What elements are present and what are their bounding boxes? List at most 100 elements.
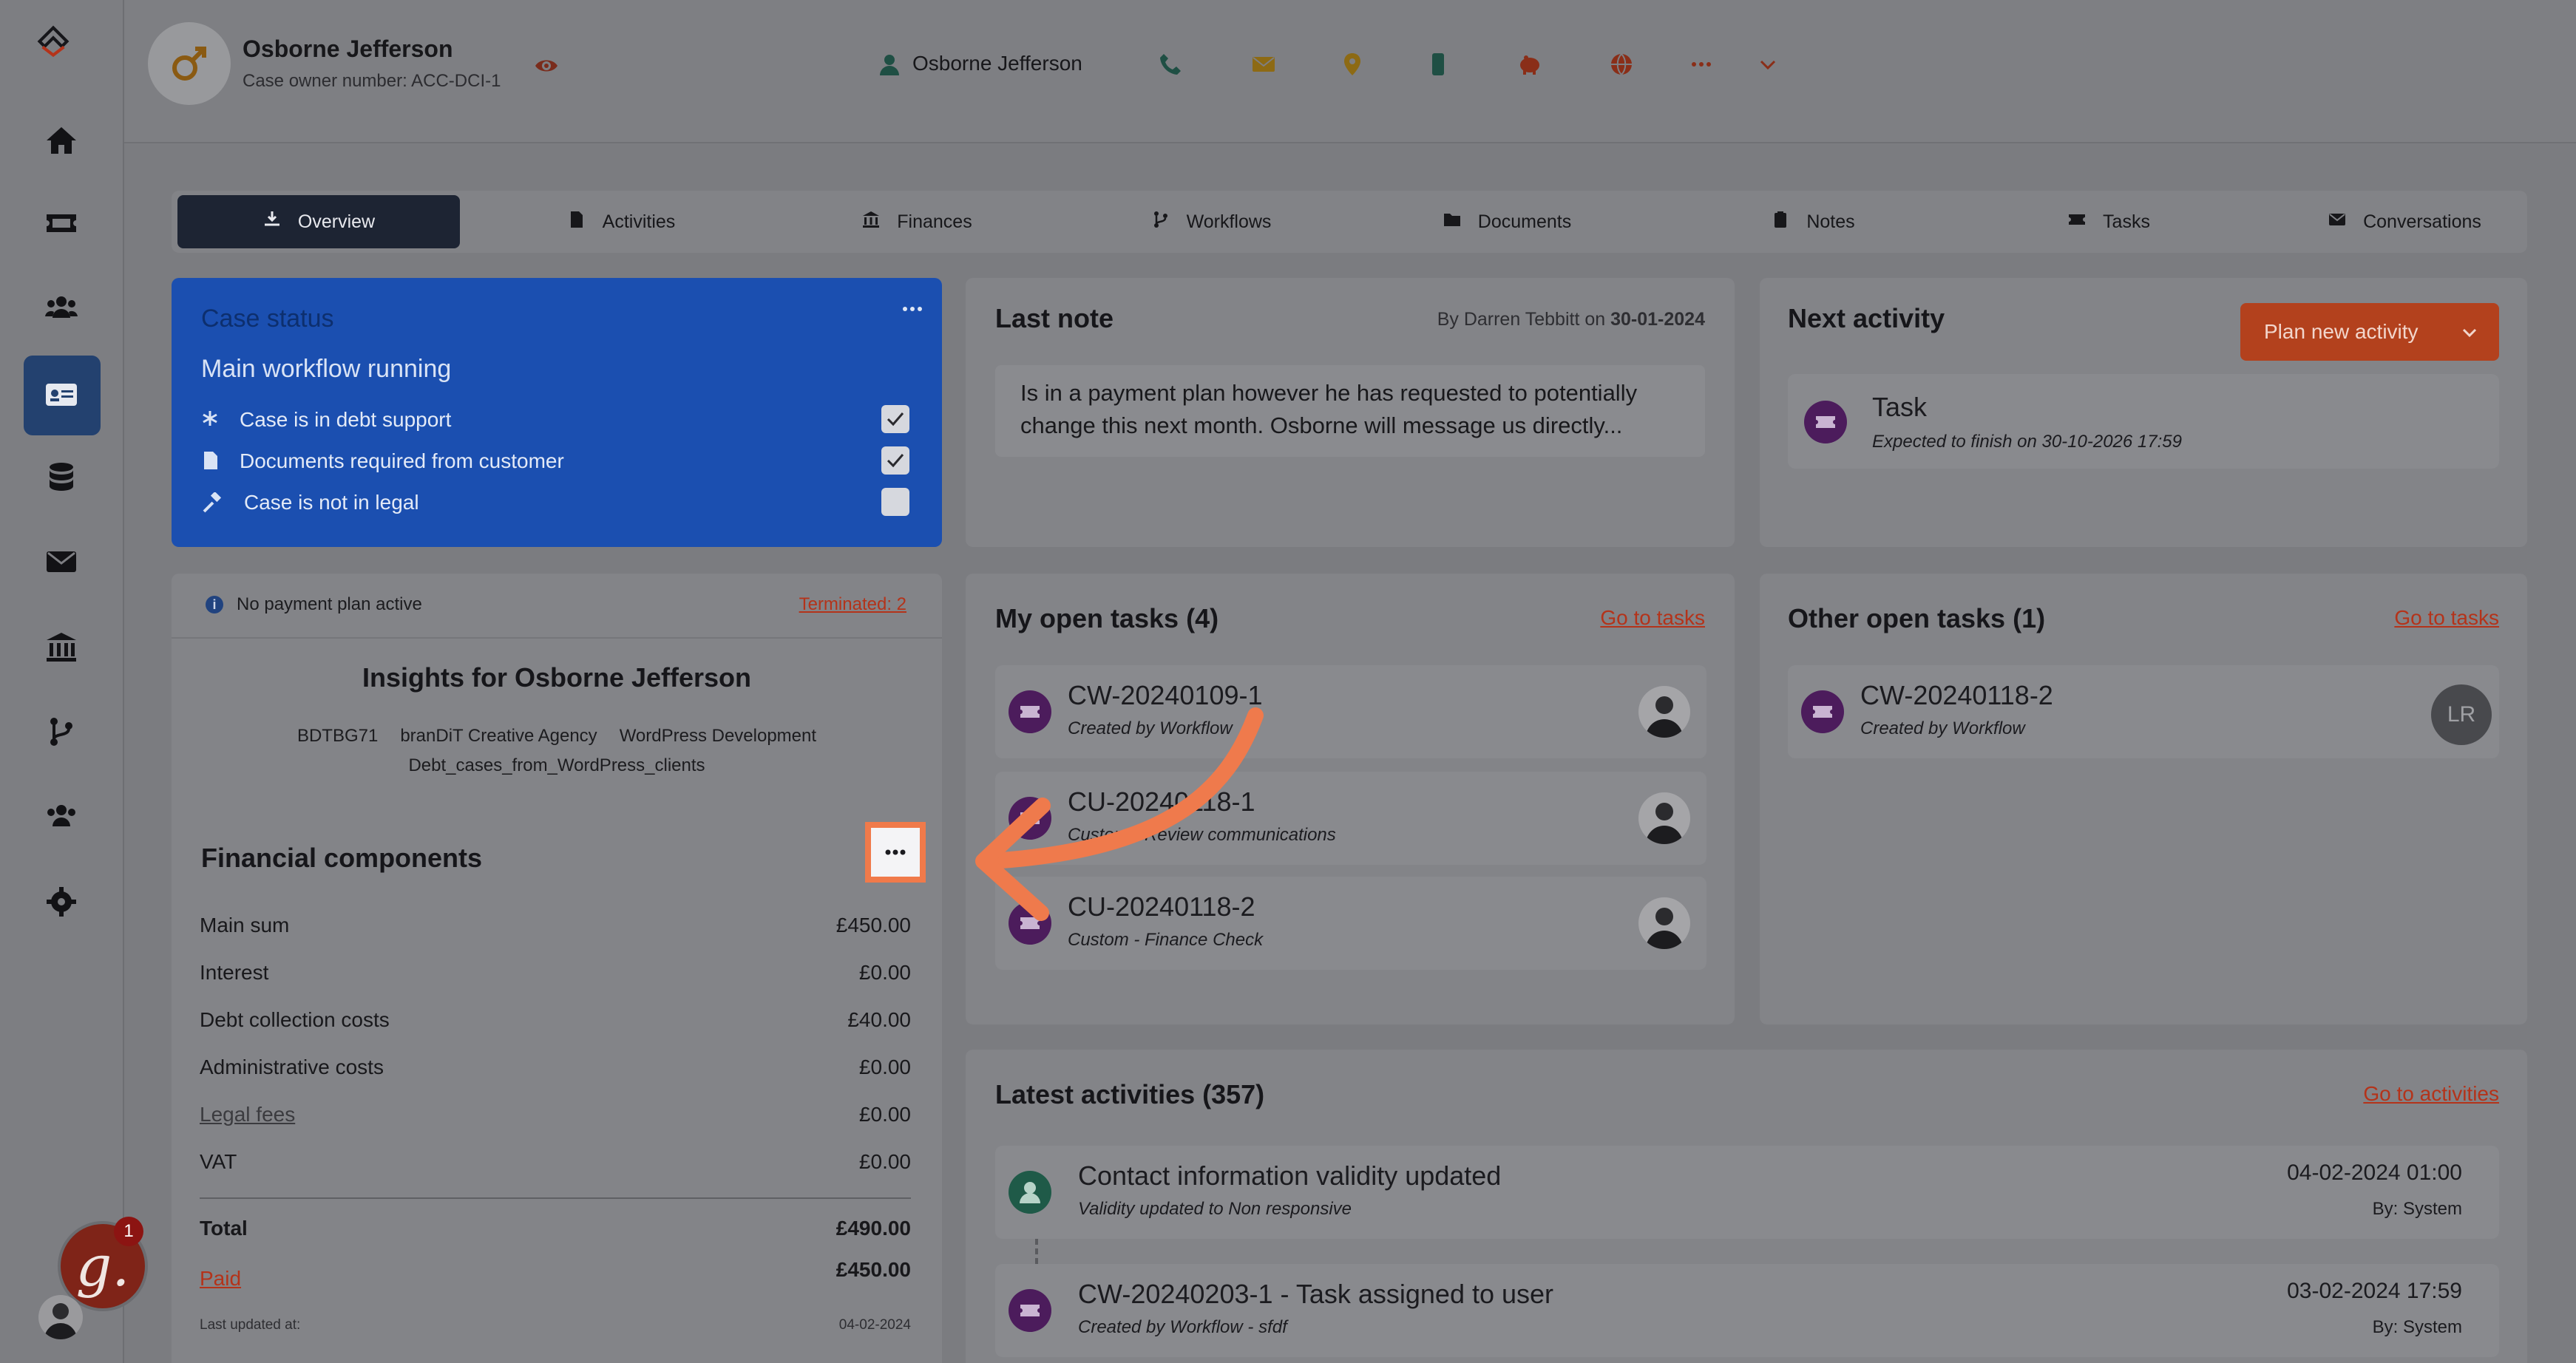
- team-icon[interactable]: [44, 798, 79, 834]
- financial-more-button[interactable]: [865, 822, 926, 883]
- legal-fees-link[interactable]: Legal fees: [200, 1103, 295, 1126]
- other-open-tasks-title: Other open tasks (1): [1788, 603, 2046, 633]
- status-checkbox-checked[interactable]: [881, 446, 909, 475]
- info-icon: i: [206, 596, 223, 613]
- insights-tag: branDiT Creative Agency: [400, 726, 597, 746]
- tab-activities[interactable]: Activities: [497, 195, 745, 248]
- workflow-running-text: Main workflow running: [201, 355, 452, 383]
- financial-row: Interest £0.00: [200, 961, 911, 985]
- task-subtitle: Custom - Finance Check: [1068, 930, 1264, 950]
- mobile-phone-icon[interactable]: [1426, 52, 1451, 77]
- id-card-icon[interactable]: [44, 377, 79, 412]
- user-avatar[interactable]: [38, 1295, 83, 1339]
- assignee-initials-avatar: LR: [2431, 684, 2492, 745]
- tutorial-arrow-icon: [975, 707, 1264, 921]
- last-note-text: Is in a payment plan however he has requ…: [1020, 380, 1638, 406]
- status-item-label: Case is in debt support: [240, 408, 452, 431]
- timeline-connector: [1035, 1239, 1041, 1264]
- case-owner-number: Case owner number: ACC-DCI-1: [243, 71, 501, 91]
- tab-conversations[interactable]: Conversations: [2280, 195, 2529, 248]
- financial-row-label: Interest: [200, 961, 269, 984]
- financial-row-value: £0.00: [858, 961, 911, 984]
- mail-icon[interactable]: [1251, 52, 1276, 77]
- financial-row-label: Administrative costs: [200, 1056, 384, 1078]
- database-icon[interactable]: [44, 460, 79, 495]
- top-header: Osborne Jefferson Case owner number: ACC…: [124, 0, 2576, 143]
- tab-notes[interactable]: Notes: [1689, 195, 1937, 248]
- phone-icon[interactable]: [1158, 52, 1183, 77]
- asterisk-icon: [201, 409, 219, 427]
- bank-icon[interactable]: [44, 630, 79, 665]
- workflow-branch-icon[interactable]: [44, 714, 79, 750]
- task-subtitle: Created by Workflow: [1860, 718, 2025, 738]
- user-activity-icon: [1009, 1171, 1051, 1214]
- task-icon: [1009, 1289, 1051, 1332]
- eye-icon[interactable]: [534, 53, 559, 78]
- envelope-icon[interactable]: [44, 544, 79, 579]
- case-status-more-icon[interactable]: [899, 296, 926, 322]
- financial-paid-value: £450.00: [835, 1258, 911, 1281]
- plan-new-activity-button[interactable]: Plan new activity: [2240, 303, 2499, 361]
- tab-workflows-label: Workflows: [1186, 211, 1272, 232]
- next-activity-title: Next activity: [1788, 303, 1945, 333]
- home-icon[interactable]: [44, 123, 79, 158]
- contact-name[interactable]: Osborne Jefferson: [912, 52, 1082, 75]
- male-gender-avatar-icon: [148, 22, 231, 105]
- go-to-tasks-link[interactable]: Go to tasks: [1600, 606, 1705, 630]
- financial-total-value: £490.00: [835, 1217, 911, 1240]
- task-icon: [1804, 401, 1847, 443]
- last-note-text-box[interactable]: Is in a payment plan however he has requ…: [995, 365, 1705, 457]
- ticket-icon: [2067, 210, 2087, 234]
- status-item-label: Documents required from customer: [240, 449, 564, 472]
- chevron-down-icon[interactable]: [1755, 52, 1780, 77]
- ticket-icon[interactable]: [44, 205, 79, 241]
- last-note-date: 30-01-2024: [1610, 309, 1705, 330]
- file-icon: [567, 210, 586, 234]
- more-options-icon[interactable]: [1689, 52, 1714, 77]
- next-activity-card: Next activity Plan new activity Task Exp…: [1760, 278, 2527, 547]
- notification-count-badge: 1: [114, 1217, 143, 1246]
- next-activity-item[interactable]: Task Expected to finish on 30-10-2026 17…: [1788, 374, 2499, 469]
- insights-title: Insights for Osborne Jefferson: [362, 662, 752, 693]
- activity-list-item[interactable]: Contact information validity updated Val…: [995, 1146, 2499, 1239]
- financial-updated-row: Last updated at: 04-02-2024: [200, 1317, 911, 1333]
- next-activity-item-title: Task: [1872, 392, 1928, 422]
- latest-activities-card: Latest activities (357) Go to activities…: [966, 1050, 2527, 1363]
- tab-tasks[interactable]: Tasks: [1984, 195, 2233, 248]
- users-icon[interactable]: [44, 290, 79, 325]
- tab-documents[interactable]: Documents: [1383, 195, 1631, 248]
- paid-link[interactable]: Paid: [200, 1258, 241, 1291]
- app-logo-icon[interactable]: [35, 24, 87, 75]
- tab-overview[interactable]: Overview: [177, 195, 460, 248]
- last-note-card: Last note By Darren Tebbitt on 30-01-202…: [966, 278, 1735, 547]
- status-checkbox-unchecked[interactable]: [881, 488, 909, 516]
- settings-gear-icon[interactable]: [44, 884, 79, 920]
- overview-icon: [262, 210, 282, 234]
- terminated-link[interactable]: Terminated: 2: [799, 594, 906, 615]
- activity-list-item[interactable]: CW-20240203-1 - Task assigned to user Cr…: [995, 1264, 2499, 1357]
- piggy-bank-icon[interactable]: [1517, 52, 1542, 77]
- case-status-title: Case status: [201, 305, 334, 333]
- branch-icon: [1151, 210, 1170, 234]
- envelope-icon: [2328, 210, 2347, 234]
- tab-documents-label: Documents: [1477, 211, 1572, 232]
- go-to-activities-link[interactable]: Go to activities: [2363, 1082, 2499, 1106]
- financial-total-label: Total: [200, 1217, 248, 1240]
- tab-finances-label: Finances: [897, 211, 972, 232]
- financial-row-value: £450.00: [835, 914, 911, 937]
- last-note-author: By Darren Tebbitt on: [1437, 309, 1606, 330]
- status-checkbox-checked[interactable]: [881, 405, 909, 433]
- activity-title: Contact information validity updated: [1078, 1160, 1502, 1191]
- payment-plan-status: No payment plan active: [237, 594, 422, 614]
- tab-workflows[interactable]: Workflows: [1087, 195, 1335, 248]
- go-to-tasks-link[interactable]: Go to tasks: [2394, 606, 2499, 630]
- tab-notes-label: Notes: [1806, 211, 1855, 232]
- globe-icon[interactable]: [1609, 52, 1634, 77]
- document-icon: [203, 451, 219, 470]
- task-list-item[interactable]: CW-20240118-2 Created by Workflow LR: [1788, 665, 2499, 758]
- plan-new-activity-label: Plan new activity: [2264, 320, 2419, 343]
- location-pin-icon[interactable]: [1340, 52, 1365, 77]
- latest-activities-title: Latest activities (357): [995, 1079, 1265, 1109]
- tab-finances[interactable]: Finances: [793, 195, 1041, 248]
- tab-activities-label: Activities: [602, 211, 676, 232]
